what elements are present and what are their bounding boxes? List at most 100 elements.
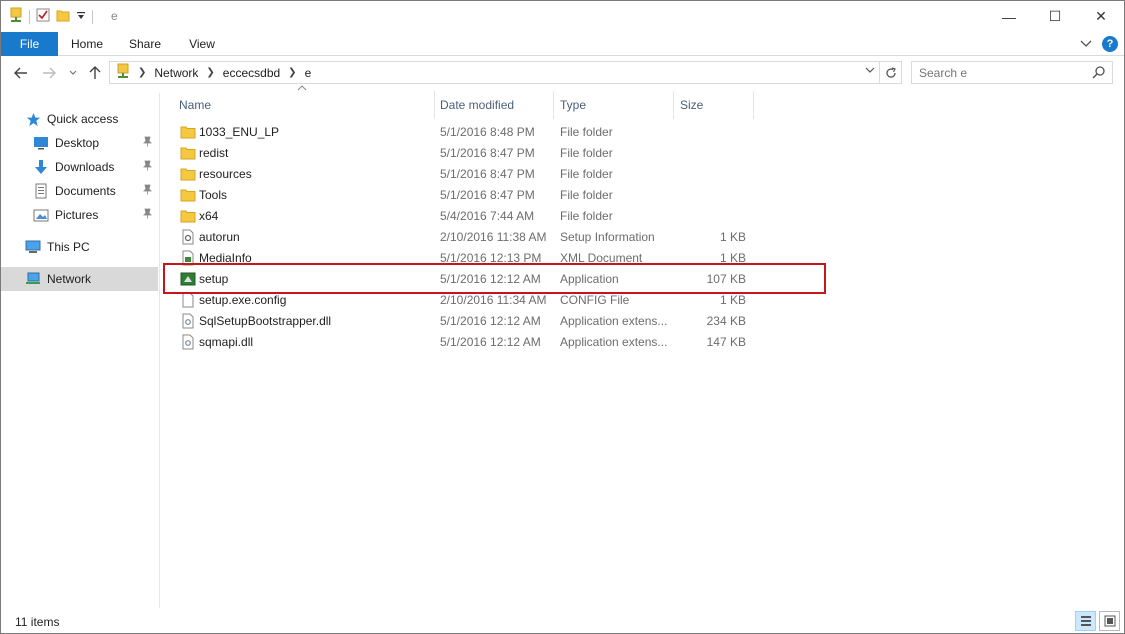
file-date: 5/1/2016 8:48 PM (440, 125, 535, 139)
file-date: 5/1/2016 8:47 PM (440, 167, 535, 181)
pin-icon[interactable] (143, 208, 152, 222)
column-header-type[interactable]: Type (554, 91, 674, 119)
status-bar: 11 items (1, 608, 1124, 634)
view-switcher (1075, 611, 1120, 631)
breadcrumb-host[interactable]: eccecsdbd (223, 66, 280, 80)
list-item[interactable]: redist 5/1/2016 8:47 PM File folder (175, 143, 755, 164)
refresh-button[interactable] (879, 62, 901, 83)
search-box[interactable] (911, 61, 1113, 84)
up-arrow-icon (89, 66, 101, 79)
folder-icon (180, 145, 196, 161)
dll-file-icon (180, 313, 196, 329)
breadcrumb-chevron-icon[interactable]: ❯ (206, 67, 214, 78)
expand-ribbon-icon[interactable] (1080, 37, 1092, 51)
close-button[interactable]: ✕ (1078, 1, 1124, 32)
search-input[interactable] (919, 62, 1089, 83)
breadcrumb-chevron-icon[interactable]: ❯ (138, 67, 146, 78)
forward-arrow-icon (43, 67, 56, 79)
maximize-button[interactable]: ☐ (1032, 1, 1078, 32)
sidebar-item-downloads[interactable]: Downloads (33, 155, 158, 179)
large-icons-view-button[interactable] (1099, 611, 1120, 631)
file-name: Tools (199, 188, 228, 202)
file-size: 1 KB (719, 230, 746, 244)
pin-icon[interactable] (143, 160, 152, 174)
file-type: File folder (560, 167, 613, 181)
file-type: File folder (560, 209, 613, 223)
sidebar-item-this-pc[interactable]: This PC (25, 235, 158, 259)
navigation-bar: ❯ Network ❯ eccecsdbd ❯ e (1, 57, 1124, 89)
file-date: 5/1/2016 12:12 AM (440, 314, 541, 328)
file-explorer-window: e — ☐ ✕ File Home Share View ? ❯ Network… (0, 0, 1125, 634)
toolbar-divider (29, 9, 30, 24)
breadcrumb-network[interactable]: Network (154, 66, 198, 80)
ribbon-controls: ? (1080, 36, 1118, 52)
recent-locations-button[interactable] (63, 63, 83, 83)
settings-file-icon (180, 229, 196, 245)
address-bar[interactable]: ❯ Network ❯ eccecsdbd ❯ e (109, 61, 902, 84)
new-folder-icon[interactable] (56, 8, 70, 25)
back-button[interactable] (11, 63, 31, 83)
dll-file-icon (180, 334, 196, 350)
column-header-name[interactable]: Name (173, 91, 435, 119)
navigation-pane: Quick access Desktop Downloads Documents… (1, 93, 160, 608)
sidebar-item-label: Documents (55, 184, 116, 198)
breadcrumb-folder[interactable]: e (305, 66, 312, 80)
file-date: 5/1/2016 12:12 AM (440, 335, 541, 349)
star-icon (25, 111, 41, 127)
minimize-button[interactable]: — (986, 1, 1032, 32)
refresh-icon (885, 66, 896, 78)
file-size (680, 185, 746, 206)
file-type: Application extens... (560, 335, 668, 349)
column-header-date-modified[interactable]: Date modified (434, 91, 554, 119)
file-date: 5/1/2016 8:47 PM (440, 188, 535, 202)
back-arrow-icon (14, 67, 27, 79)
sidebar-item-label: Network (47, 272, 92, 286)
sidebar-item-pictures[interactable]: Pictures (33, 203, 158, 227)
tab-share[interactable]: Share (121, 32, 169, 56)
details-view-button[interactable] (1075, 611, 1096, 631)
file-size: 234 KB (706, 314, 746, 328)
network-drive-icon (9, 7, 23, 26)
properties-icon[interactable] (36, 8, 50, 25)
list-item[interactable]: Tools 5/1/2016 8:47 PM File folder (175, 185, 755, 206)
pin-icon[interactable] (143, 184, 152, 198)
list-item[interactable]: autorun 2/10/2016 11:38 AM Setup Informa… (175, 227, 755, 248)
item-count: 11 items (15, 615, 60, 629)
folder-icon (180, 208, 196, 224)
tab-file[interactable]: File (1, 32, 58, 56)
sidebar-item-documents[interactable]: Documents (33, 179, 158, 203)
sidebar-item-network[interactable]: Network (1, 267, 158, 291)
file-type: Setup Information (560, 230, 655, 244)
sidebar-item-label: Desktop (55, 136, 100, 150)
file-name: SqlSetupBootstrapper.dll (199, 314, 332, 328)
pin-icon[interactable] (143, 136, 152, 150)
file-date: 5/1/2016 8:47 PM (440, 146, 535, 160)
list-item[interactable]: SqlSetupBootstrapper.dll 5/1/2016 12:12 … (175, 311, 755, 332)
file-size (680, 164, 746, 185)
forward-button[interactable] (39, 63, 59, 83)
ribbon-tabs: File Home Share View ? (1, 32, 1124, 56)
download-icon (33, 159, 49, 175)
computer-icon (25, 239, 41, 255)
list-item[interactable]: sqmapi.dll 5/1/2016 12:12 AM Application… (175, 332, 755, 353)
file-date: 2/10/2016 11:38 AM (440, 230, 547, 244)
sidebar-item-quick-access[interactable]: Quick access (25, 107, 158, 131)
folder-icon (180, 166, 196, 182)
list-item[interactable]: resources 5/1/2016 8:47 PM File folder (175, 164, 755, 185)
sidebar-item-desktop[interactable]: Desktop (33, 131, 158, 155)
sidebar-item-label: Pictures (55, 208, 99, 222)
customize-toolbar-icon[interactable] (76, 10, 86, 24)
search-icon[interactable] (1092, 65, 1106, 82)
breadcrumb-chevron-icon[interactable]: ❯ (288, 67, 296, 78)
list-item[interactable]: 1033_ENU_LP 5/1/2016 8:48 PM File folder (175, 122, 755, 143)
up-button[interactable] (85, 63, 105, 83)
column-header-size[interactable]: Size (674, 91, 754, 119)
tab-view[interactable]: View (178, 32, 226, 56)
sidebar-item-label: This PC (47, 240, 90, 254)
list-item[interactable]: x64 5/4/2016 7:44 AM File folder (175, 206, 755, 227)
network-location-icon (116, 63, 130, 82)
help-icon[interactable]: ? (1102, 36, 1118, 52)
large-icons-view-icon (1104, 615, 1115, 627)
address-history-icon[interactable] (865, 65, 875, 76)
tab-home[interactable]: Home (63, 32, 111, 56)
